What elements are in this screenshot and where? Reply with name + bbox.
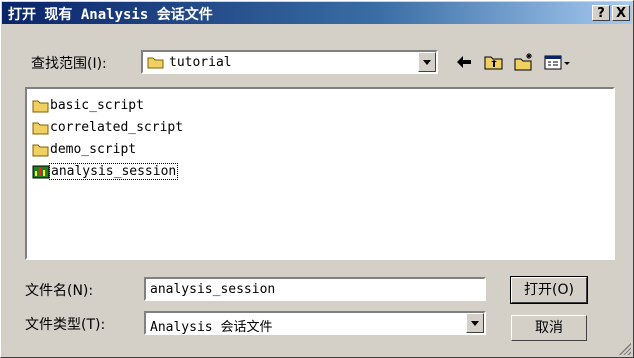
resize-grip[interactable] — [619, 343, 631, 355]
folder-icon — [32, 122, 49, 135]
filetype-label: 文件类型(T): — [25, 317, 106, 333]
title-bar[interactable]: 打开 现有 Analysis 会话文件 ? X — [2, 2, 632, 24]
filename-input[interactable]: analysis_session — [144, 277, 486, 301]
lookin-label: 查找范围(I): — [31, 56, 107, 72]
file-list[interactable]: basic_script correlated_script demo_scri… — [25, 87, 615, 260]
window-title: 打开 现有 Analysis 会话文件 — [8, 7, 213, 23]
lookin-combo[interactable]: tutorial — [141, 50, 438, 74]
session-file-icon — [32, 165, 50, 179]
open-button[interactable]: 打开(O) — [510, 276, 588, 304]
open-dialog: 打开 现有 Analysis 会话文件 ? X 查找范围(I): tutoria… — [0, 0, 634, 358]
filename-label: 文件名(N): — [25, 283, 94, 299]
filename-value: analysis_session — [150, 282, 276, 297]
help-button[interactable]: ? — [592, 5, 610, 21]
filetype-select[interactable]: Analysis 会话文件 — [144, 311, 486, 335]
view-menu-icon[interactable] — [543, 51, 573, 73]
filetype-value: Analysis 会话文件 — [150, 320, 273, 335]
back-icon[interactable] — [453, 51, 475, 73]
folder-icon — [147, 57, 164, 69]
close-button[interactable]: X — [612, 5, 630, 21]
folder-icon — [32, 144, 49, 157]
folder-icon — [32, 100, 49, 113]
filetype-dropdown-button[interactable] — [466, 313, 484, 333]
cancel-button[interactable]: 取消 — [511, 315, 587, 341]
new-folder-icon[interactable] — [513, 51, 535, 73]
up-folder-icon[interactable] — [483, 51, 505, 73]
lookin-dropdown-button[interactable] — [418, 52, 436, 72]
lookin-value: tutorial — [169, 55, 232, 70]
